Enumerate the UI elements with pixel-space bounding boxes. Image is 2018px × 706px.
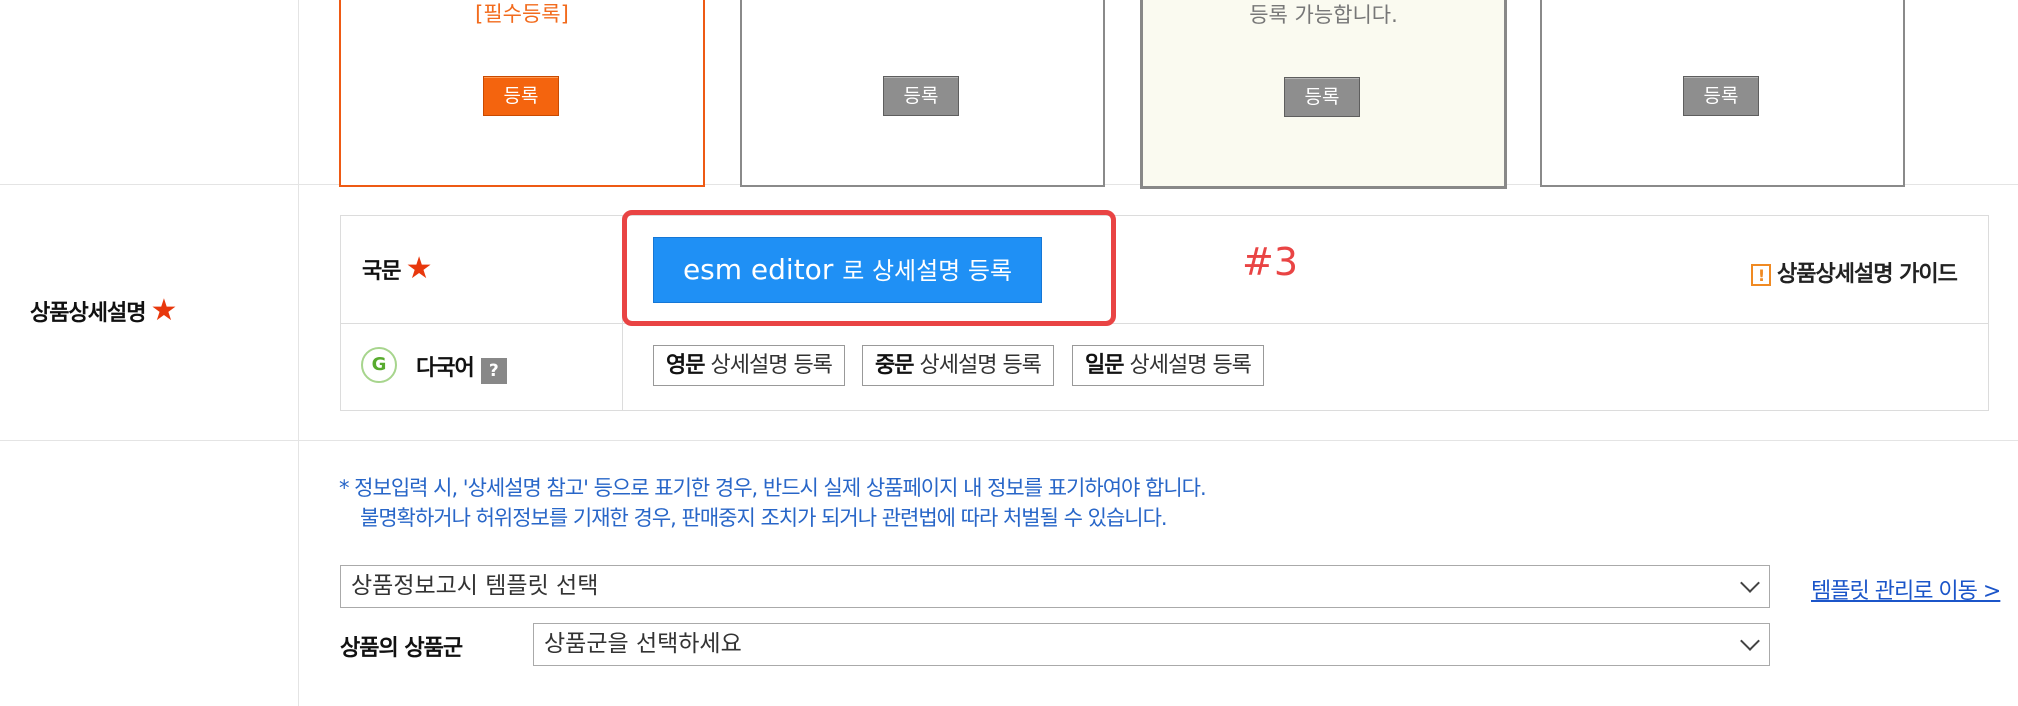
lang-name: 중문 <box>875 353 914 378</box>
register-button[interactable]: 등록 <box>483 76 559 116</box>
image-box: 등록 가능합니다. 등록 <box>1140 0 1507 189</box>
image-box: 등록 <box>740 0 1105 187</box>
required-star-icon: ★ <box>150 293 178 328</box>
image-box-text: [필수등록] <box>475 2 569 26</box>
multilang-label: 다국어 ? <box>416 350 507 384</box>
template-manage-link[interactable]: 템플릿 관리로 이동 > <box>1811 573 2001 605</box>
image-box-text: 등록 가능합니다. <box>1249 3 1398 27</box>
lang-name: 일문 <box>1085 353 1124 378</box>
register-button[interactable]: 등록 <box>883 76 959 116</box>
annotation-highlight-box <box>622 210 1116 326</box>
google-translate-icon: G <box>361 347 397 383</box>
lang-button-label: 상세설명 등록 <box>919 353 1041 378</box>
required-star-icon: ★ <box>405 251 433 286</box>
image-box-required: [필수등록] 등록 <box>339 0 705 187</box>
exclamation-icon: ! <box>1751 264 1771 286</box>
japanese-description-button[interactable]: 일문 상세설명 등록 <box>1072 345 1264 386</box>
description-guide-link[interactable]: ! 상품상세설명 가이드 <box>1751 256 1958 288</box>
register-button[interactable]: 등록 <box>1683 76 1759 116</box>
product-group-label-text: 상품의 상품군 <box>340 636 463 661</box>
guide-label: 상품상세설명 가이드 <box>1777 262 1958 287</box>
section-label-text: 상품상세설명 <box>30 301 146 326</box>
section-divider <box>0 440 2018 441</box>
help-icon[interactable]: ? <box>480 357 507 384</box>
multilang-label-text: 다국어 <box>416 356 475 381</box>
chinese-description-button[interactable]: 중문 상세설명 등록 <box>862 345 1054 386</box>
section-label: 상품상세설명 ★ <box>30 295 177 327</box>
product-group-select-value: 상품군을 선택하세요 <box>544 631 742 657</box>
notice-line-2: 불명확하거나 허위정보를 기재한 경우, 판매중지 조치가 되거나 관련법에 따… <box>360 506 1168 530</box>
template-select-value: 상품정보고시 템플릿 선택 <box>351 573 599 599</box>
image-box: 등록 <box>1540 0 1905 187</box>
product-group-select[interactable]: 상품군을 선택하세요 <box>533 623 1770 666</box>
chevron-down-icon <box>1740 573 1760 593</box>
korean-row-label: 국문 ★ <box>362 253 432 285</box>
lang-name: 영문 <box>666 353 705 378</box>
template-select[interactable]: 상품정보고시 템플릿 선택 <box>340 565 1770 608</box>
english-description-button[interactable]: 영문 상세설명 등록 <box>653 345 845 386</box>
lang-button-label: 상세설명 등록 <box>710 353 832 378</box>
lang-button-label: 상세설명 등록 <box>1129 353 1251 378</box>
product-group-label: 상품의 상품군 <box>340 630 463 662</box>
row-divider <box>341 323 1988 324</box>
register-button[interactable]: 등록 <box>1284 77 1360 117</box>
annotation-label: #3 <box>1242 240 1299 284</box>
notice-line-1: * 정보입력 시, '상세설명 참고' 등으로 표기한 경우, 반드시 실제 상… <box>339 476 1207 500</box>
section-divider-vertical <box>298 0 299 706</box>
chevron-down-icon <box>1740 631 1760 651</box>
korean-label-text: 국문 <box>362 259 401 284</box>
